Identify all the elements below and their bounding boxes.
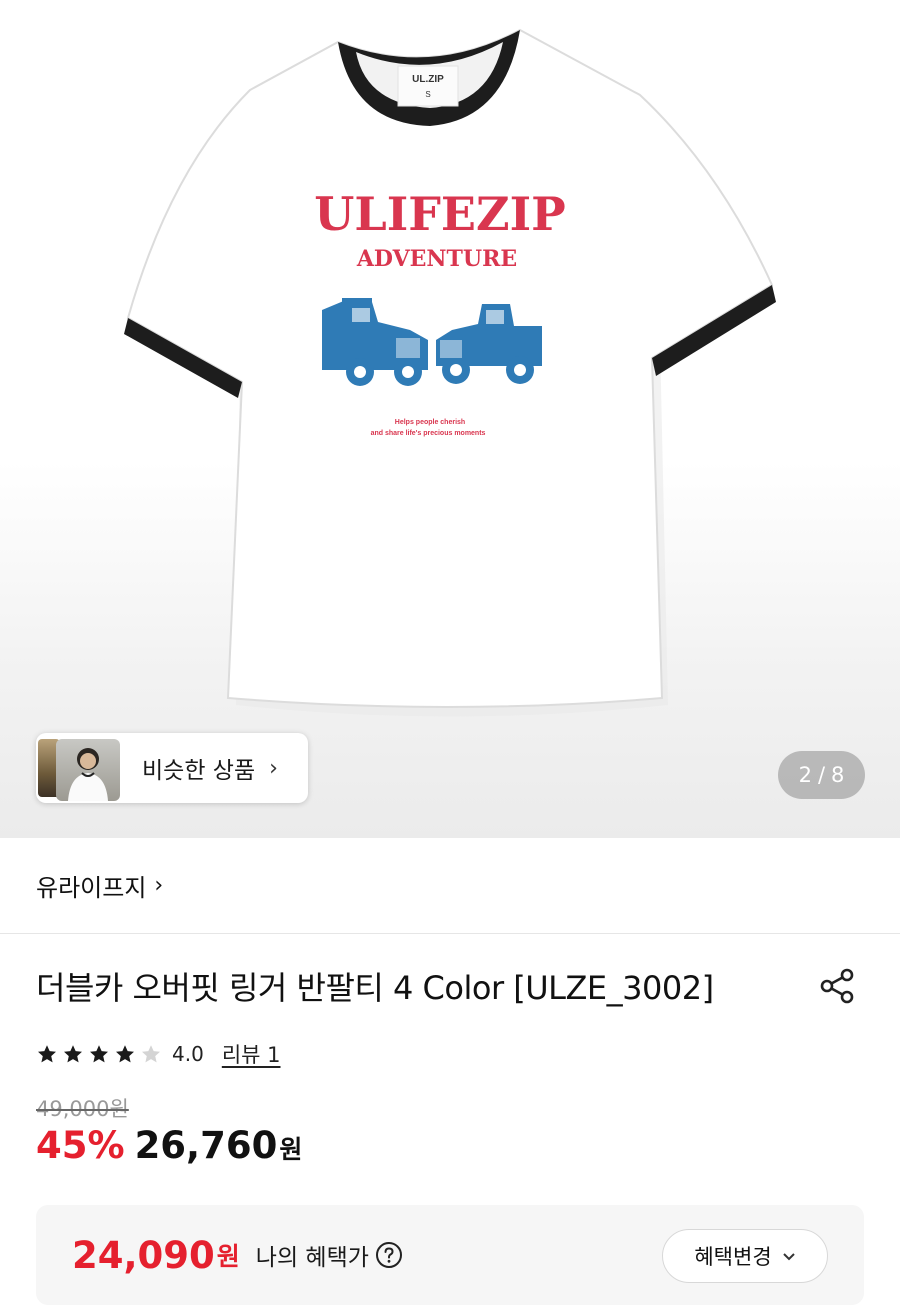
similar-products-button[interactable]: 비슷한 상품 › — [36, 733, 308, 803]
star-icon — [142, 1045, 160, 1063]
brand-name: 유라이프지 — [36, 874, 147, 902]
print-caption2: and share life's precious moments — [371, 430, 486, 437]
star-rating — [36, 1043, 166, 1065]
similar-thumbnails — [38, 735, 124, 801]
benefit-price: 24,090 — [72, 1233, 215, 1277]
star-icon — [38, 1045, 56, 1063]
tag-size: S — [425, 90, 430, 99]
benefit-price-box: 24,090 원 나의 혜택가 혜택변경 — [36, 1205, 864, 1305]
change-benefit-label: 혜택변경 — [694, 1245, 772, 1269]
share-icon[interactable] — [816, 964, 860, 1008]
product-image: UL.ZIP S ULIFEZIP ADVENTURE Helps people… — [124, 28, 776, 717]
page-current: 2 — [798, 763, 812, 787]
price-row: 45% 26,760 원 — [36, 1124, 302, 1180]
similar-thumb-front — [56, 739, 120, 801]
benefit-price-unit: 원 — [216, 1242, 240, 1271]
chevron-right-icon: › — [269, 755, 278, 781]
brand-link[interactable]: 유라이프지 › — [0, 838, 900, 934]
benefit-label: 나의 혜택가 — [255, 1245, 369, 1271]
star-icon — [116, 1045, 134, 1063]
print-line2: ADVENTURE — [356, 246, 517, 272]
print-line1: ULIFEZIP — [314, 187, 565, 241]
original-price: 49,000원 — [36, 1097, 129, 1121]
rating-value: 4.0 — [172, 1042, 204, 1066]
star-icon — [64, 1045, 82, 1063]
tag-brand: UL.ZIP — [412, 74, 444, 85]
product-image-gallery[interactable]: UL.ZIP S ULIFEZIP ADVENTURE Helps people… — [0, 0, 900, 838]
rating-row: 4.0 리뷰 1 — [36, 1036, 281, 1072]
star-icon — [90, 1045, 108, 1063]
page-total: 8 — [831, 763, 845, 787]
discount-rate: 45% — [36, 1124, 125, 1167]
print-caption1: Helps people cherish — [395, 419, 465, 426]
image-page-indicator: 2 / 8 — [778, 751, 865, 799]
sale-price-unit: 원 — [279, 1135, 303, 1164]
question-circle-icon[interactable] — [375, 1241, 403, 1269]
review-count-link[interactable]: 리뷰 1 — [222, 1039, 281, 1069]
chevron-right-icon: › — [154, 873, 164, 898]
change-benefit-button[interactable]: 혜택변경 — [662, 1229, 828, 1283]
page-separator: / — [817, 763, 826, 787]
chevron-down-icon — [782, 1247, 796, 1266]
similar-products-label: 비슷한 상품 — [142, 758, 256, 784]
sale-price: 26,760 — [134, 1124, 278, 1167]
product-title: 더블카 오버핏 링거 반팔티 4 Color [ULZE_3002] — [36, 969, 714, 1007]
